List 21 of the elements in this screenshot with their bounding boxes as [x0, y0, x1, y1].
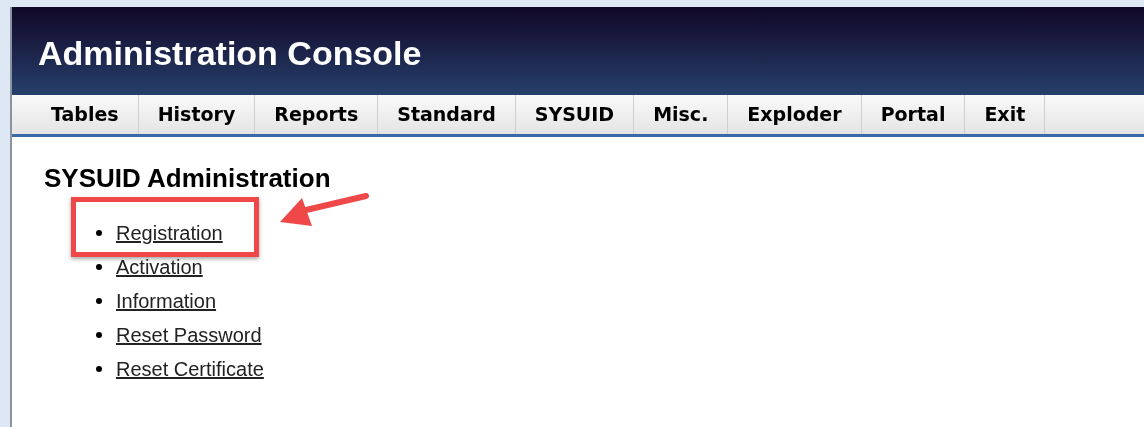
nav-tab[interactable]: Misc. — [634, 95, 729, 134]
bullet-icon — [96, 366, 102, 372]
section-heading: SYSUID Administration — [44, 162, 332, 195]
nav-tab[interactable]: Standard — [378, 95, 516, 134]
console-title: Administration Console — [38, 32, 422, 74]
bullet-icon — [96, 264, 102, 270]
bullet-icon — [96, 298, 102, 304]
nav-tab[interactable]: Tables — [32, 95, 139, 134]
nav-tab[interactable]: SYSUID — [515, 95, 635, 134]
nav-tab[interactable]: Reports — [255, 95, 379, 134]
nav-tab[interactable]: Exploder — [728, 95, 862, 134]
admin-link[interactable]: Registration — [116, 218, 223, 248]
nav-tab[interactable]: History — [138, 95, 256, 134]
admin-link[interactable]: Activation — [116, 252, 203, 282]
nav-tab[interactable]: Exit — [965, 95, 1046, 134]
admin-link[interactable]: Reset Password — [116, 320, 262, 350]
admin-link[interactable]: Reset Certificate — [116, 354, 264, 384]
nav-tab[interactable]: Portal — [861, 95, 966, 134]
admin-link[interactable]: Information — [116, 286, 217, 316]
bullet-icon — [96, 332, 102, 338]
bullet-icon — [96, 230, 102, 236]
